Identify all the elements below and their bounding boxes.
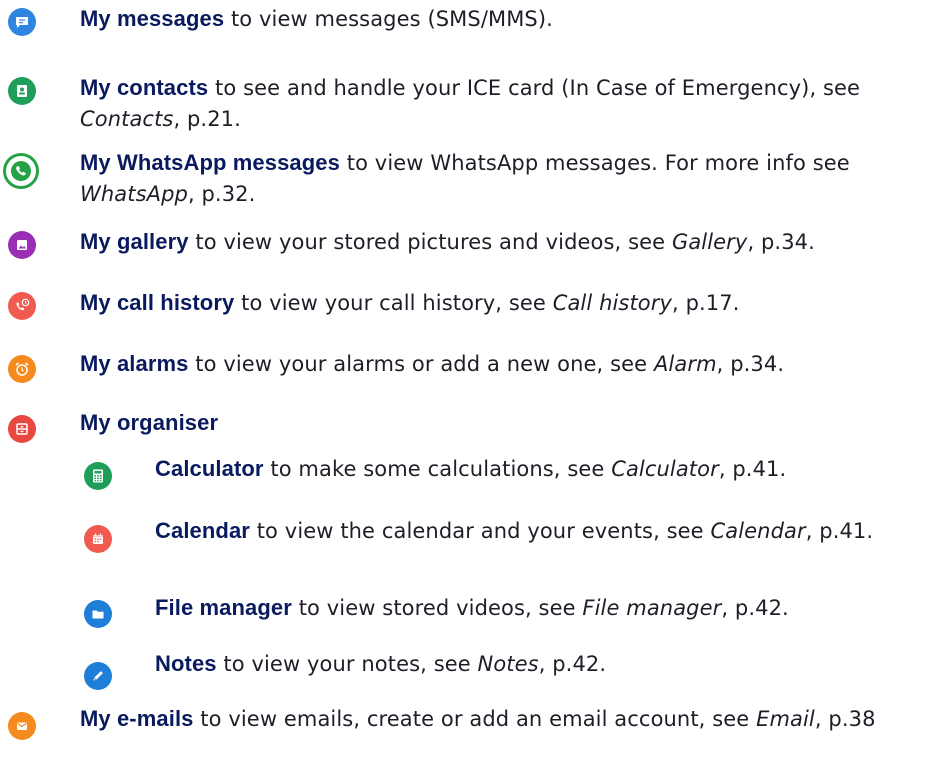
item-description: to view the calendar and your events, se… — [249, 519, 711, 543]
list-item-text: My WhatsApp messages to view WhatsApp me… — [80, 147, 942, 210]
page-number: , p.41. — [805, 519, 874, 543]
page-reference: Contacts — [80, 107, 174, 131]
list-item-text: File manager to view stored videos, see … — [155, 592, 942, 624]
item-label: My alarms — [80, 351, 189, 376]
item-label: My call history — [80, 290, 235, 315]
item-description: to view WhatsApp messages. For more info… — [339, 151, 850, 175]
call-history-icon — [8, 292, 36, 320]
page-number: , p.38 — [814, 707, 876, 731]
item-description: to view your notes, see — [216, 652, 478, 676]
page-number: , p.21. — [173, 107, 241, 131]
item-label: My gallery — [80, 229, 189, 254]
page-reference: Alarm — [653, 352, 717, 376]
page-reference: WhatsApp — [80, 182, 188, 206]
calculator-icon — [84, 462, 112, 490]
list-item-text: My gallery to view your stored pictures … — [80, 226, 942, 258]
item-label: File manager — [155, 595, 292, 620]
item-description: to view stored videos, see — [291, 596, 583, 620]
item-description: to view your call history, see — [234, 291, 553, 315]
item-label: Calendar — [155, 518, 250, 543]
item-label: Notes — [155, 651, 217, 676]
item-description: to view messages (SMS/MMS). — [224, 7, 553, 31]
item-label: My messages — [80, 6, 225, 31]
envelope-icon — [8, 712, 36, 740]
page-reference: Calculator — [611, 457, 719, 481]
message-icon — [8, 8, 36, 36]
page-reference: Call history — [552, 291, 673, 315]
page-number: , p.41. — [718, 457, 787, 481]
pencil-icon — [84, 662, 112, 690]
page-number: , p.32. — [187, 182, 256, 206]
item-label: My organiser — [80, 410, 219, 435]
item-description: to view your stored pictures and videos,… — [188, 230, 672, 254]
list-item-text: My e-mails to view emails, create or add… — [80, 703, 942, 735]
list-item-text: Calendar to view the calendar and your e… — [155, 515, 942, 547]
page-number: , p.17. — [672, 291, 740, 315]
contact-card-icon — [8, 77, 36, 105]
page-number: , p.42. — [721, 596, 789, 620]
item-description: to view your alarms or add a new one, se… — [188, 352, 654, 376]
item-description: to make some calculations, see — [263, 457, 612, 481]
page-number: , p.34. — [747, 230, 815, 254]
calendar-icon — [84, 525, 112, 553]
list-item-text: Calculator to make some calculations, se… — [155, 453, 942, 485]
item-label: My e-mails — [80, 706, 194, 731]
page-reference: Calendar — [710, 519, 806, 543]
whatsapp-icon — [3, 153, 39, 189]
folder-icon — [84, 600, 112, 628]
item-label: My contacts — [80, 75, 209, 100]
item-label: Calculator — [155, 456, 264, 481]
list-item-text: My contacts to see and handle your ICE c… — [80, 72, 942, 135]
list-item-text: My alarms to view your alarms or add a n… — [80, 348, 942, 380]
manual-page: My messages to view messages (SMS/MMS). … — [0, 0, 948, 771]
page-number: , p.34. — [716, 352, 785, 376]
page-number: , p.42. — [538, 652, 607, 676]
page-reference: File manager — [582, 596, 722, 620]
list-item-text: Notes to view your notes, see Notes, p.4… — [155, 648, 942, 680]
gallery-icon — [8, 231, 36, 259]
list-item-text: My call history to view your call histor… — [80, 287, 942, 319]
page-reference: Gallery — [671, 230, 748, 254]
alarm-clock-icon — [8, 355, 36, 383]
page-reference: Email — [756, 707, 815, 731]
page-reference: Notes — [477, 652, 539, 676]
list-item-text: My organiser — [80, 407, 942, 439]
list-item-text: My messages to view messages (SMS/MMS). — [80, 3, 942, 35]
organiser-icon — [8, 415, 36, 443]
item-label: My WhatsApp messages — [80, 150, 340, 175]
item-description: to see and handle your ICE card (In Case… — [208, 76, 861, 100]
item-description: to view emails, create or add an email a… — [193, 707, 757, 731]
